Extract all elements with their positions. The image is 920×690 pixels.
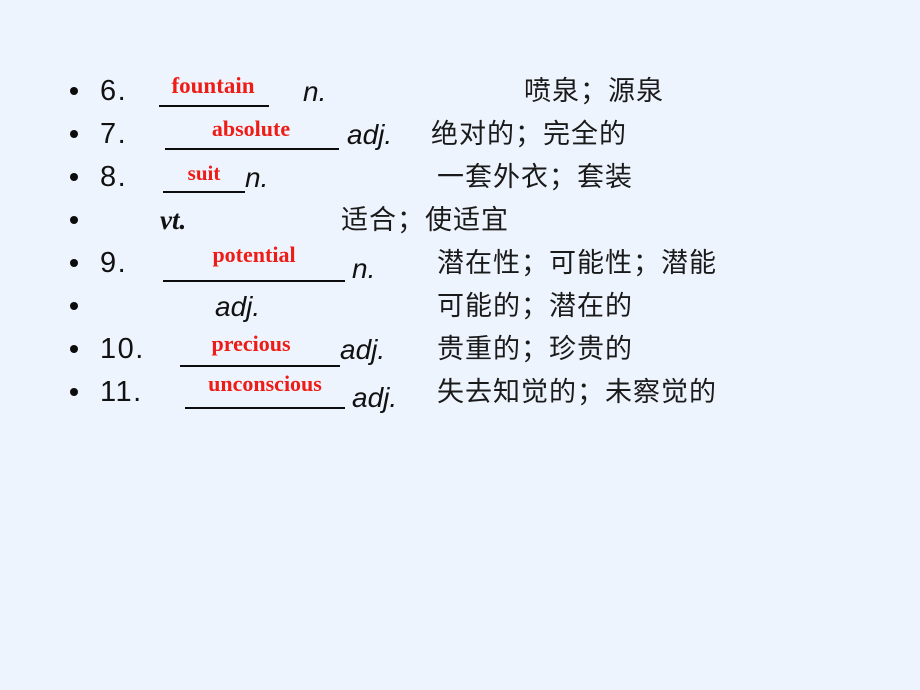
vocab-line: 11. unconscious adj. 失去知觉的；未察觉的 bbox=[0, 371, 920, 414]
part-of-speech: adj. bbox=[215, 291, 261, 322]
item-number: 10. bbox=[100, 333, 145, 365]
bullet-icon bbox=[70, 173, 78, 181]
chinese-gloss: 可能的；潜在的 bbox=[437, 291, 633, 322]
chinese-gloss: 失去知觉的；未察觉的 bbox=[437, 377, 717, 408]
blank-underline bbox=[163, 280, 345, 282]
chinese-gloss: 一套外衣；套装 bbox=[437, 162, 633, 193]
item-number: 11. bbox=[100, 376, 143, 408]
part-of-speech: adj. bbox=[340, 334, 386, 365]
chinese-gloss: 适合；使适宜 bbox=[341, 205, 509, 236]
bullet-icon bbox=[70, 87, 78, 95]
bullet-icon bbox=[70, 345, 78, 353]
part-of-speech: adj. bbox=[352, 382, 398, 413]
vocab-line: adj. 可能的；潜在的 bbox=[0, 285, 920, 328]
chinese-gloss: 喷泉；源泉 bbox=[524, 76, 664, 107]
answer-word[interactable]: precious bbox=[180, 333, 322, 355]
item-number: 9. bbox=[100, 247, 128, 279]
vocab-line: vt. 适合；使适宜 bbox=[0, 199, 920, 242]
part-of-speech: adj. bbox=[347, 119, 393, 150]
bullet-icon bbox=[70, 216, 78, 224]
vocab-line: 10. precious adj. 贵重的；珍贵的 bbox=[0, 328, 920, 371]
vocab-line: 7. absolute adj. 绝对的；完全的 bbox=[0, 113, 920, 156]
chinese-gloss: 潜在性；可能性；潜能 bbox=[437, 248, 717, 279]
part-of-speech: n. bbox=[303, 76, 327, 107]
answer-word[interactable]: unconscious bbox=[185, 373, 345, 395]
answer-word[interactable]: suit bbox=[163, 163, 245, 184]
answer-word[interactable]: fountain bbox=[158, 74, 268, 97]
blank-underline bbox=[180, 365, 340, 367]
vocab-line: 9. potential n. 潜在性；可能性；潜能 bbox=[0, 242, 920, 285]
slide-canvas: 6. fountain n. 喷泉；源泉 7. absolute adj. 绝对… bbox=[0, 0, 920, 690]
item-number: 7. bbox=[100, 118, 128, 150]
blank-underline bbox=[185, 407, 345, 409]
part-of-speech: vt. bbox=[160, 205, 187, 235]
blank-underline bbox=[163, 191, 245, 193]
bullet-icon bbox=[70, 130, 78, 138]
answer-word[interactable]: absolute bbox=[165, 118, 337, 140]
part-of-speech: n. bbox=[245, 162, 269, 193]
part-of-speech: n. bbox=[352, 253, 376, 284]
item-number: 6. bbox=[100, 75, 128, 107]
item-number: 8. bbox=[100, 161, 128, 193]
answer-word[interactable]: potential bbox=[178, 244, 330, 266]
vocab-line: 8. suit n. 一套外衣；套装 bbox=[0, 156, 920, 199]
bullet-icon bbox=[70, 388, 78, 396]
bullet-icon bbox=[70, 302, 78, 310]
bullet-icon bbox=[70, 259, 78, 267]
chinese-gloss: 贵重的；珍贵的 bbox=[437, 334, 633, 365]
chinese-gloss: 绝对的；完全的 bbox=[431, 119, 627, 150]
vocab-line: 6. fountain n. 喷泉；源泉 bbox=[0, 70, 920, 113]
blank-underline bbox=[159, 105, 269, 107]
blank-underline bbox=[165, 148, 339, 150]
